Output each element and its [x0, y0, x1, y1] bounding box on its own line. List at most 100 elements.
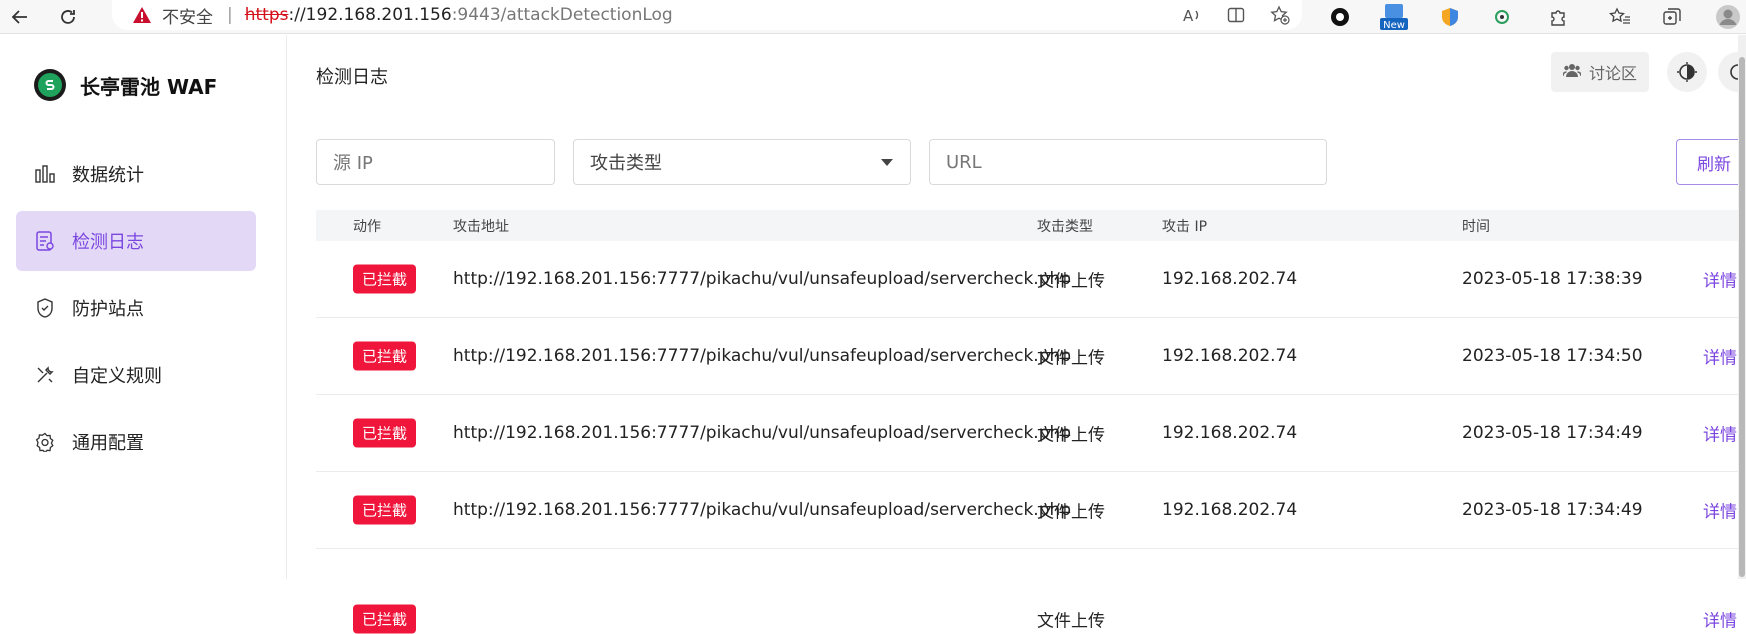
reload-icon	[61, 10, 75, 24]
column-header-url: 攻击地址	[453, 218, 509, 235]
address-bar-actions: A	[1170, 4, 1302, 26]
attack-type-select[interactable]: 攻击类型	[573, 139, 911, 185]
url-path: :9443/attackDetectionLog	[451, 5, 673, 25]
sidebar-item-statistics[interactable]: 数据统计	[16, 144, 256, 204]
table-row: 已拦截 http://192.168.201.156:7777/pikachu/…	[316, 241, 1746, 318]
caret-down-icon	[881, 159, 893, 166]
table-row: 已拦截 http://192.168.201.156:7777/pikachu/…	[316, 472, 1746, 549]
detail-link[interactable]: 详情	[1703, 344, 1737, 369]
url-placeholder: URL	[946, 151, 982, 173]
source-ip-input[interactable]: 源 IP	[316, 139, 555, 185]
attack-url: http://192.168.201.156:7777/pikachu/vul/…	[453, 423, 1072, 443]
reload-button[interactable]	[54, 3, 82, 31]
profile-avatar[interactable]	[1710, 3, 1746, 31]
blocked-badge: 已拦截	[353, 341, 417, 371]
page-scrollbar[interactable]	[1738, 35, 1746, 579]
sidebar-item-custom-rules[interactable]: 自定义规则	[16, 345, 256, 405]
attack-ip: 192.168.202.74	[1162, 269, 1298, 289]
attack-log-table: 动作 攻击地址 攻击类型 攻击 IP 时间 已拦截 http://192.168…	[316, 210, 1746, 634]
sidebar-item-protected-sites[interactable]: 防护站点	[16, 278, 256, 338]
sidebar-item-label: 数据统计	[72, 165, 144, 186]
brand-name: 长亭雷池 WAF	[80, 74, 218, 99]
sidebar-item-detection-log[interactable]: 检测日志	[16, 211, 256, 271]
log-icon	[34, 230, 56, 252]
attack-time: 2023-05-18 17:34:49	[1462, 423, 1643, 443]
attack-url: http://192.168.201.156:7777/pikachu/vul/…	[453, 346, 1072, 366]
blocked-badge: 已拦截	[353, 418, 417, 448]
source-ip-placeholder: 源 IP	[333, 153, 373, 174]
favorites-icon[interactable]	[1602, 3, 1638, 31]
attack-time: 2023-05-18 17:34:49	[1462, 500, 1643, 520]
url-input[interactable]: URL	[929, 139, 1327, 185]
attack-type-placeholder: 攻击类型	[590, 153, 662, 174]
contrast-icon	[1677, 62, 1697, 82]
attack-type: 文件上传	[1037, 271, 1105, 292]
attack-url: http://192.168.201.156:7777/pikachu/vul/…	[453, 269, 1072, 289]
detail-link[interactable]: 详情	[1703, 421, 1737, 446]
attack-time: 2023-05-18 17:34:50	[1462, 346, 1643, 366]
column-header-type: 攻击类型	[1037, 218, 1093, 235]
read-aloud-icon[interactable]: A	[1170, 4, 1214, 26]
extension-circle-icon[interactable]	[1322, 3, 1358, 31]
blocked-badge: 已拦截	[353, 264, 417, 294]
bar-chart-icon	[34, 163, 56, 185]
attack-type: 文件上传	[1037, 611, 1105, 632]
sidebar-item-label: 防护站点	[72, 299, 144, 320]
extension-swirl-icon[interactable]	[1484, 3, 1520, 31]
column-header-time: 时间	[1462, 218, 1490, 235]
browser-toolbar: 不安全 | https ://192.168.201.156 :9443/att…	[0, 0, 1746, 34]
column-header-ip: 攻击 IP	[1162, 218, 1208, 235]
blocked-badge: 已拦截	[353, 495, 417, 525]
extensions-puzzle-icon[interactable]	[1540, 3, 1576, 31]
extension-new-icon[interactable]: New	[1376, 3, 1412, 31]
security-warning: 不安全	[162, 7, 213, 28]
table-row: 已拦截 文件上传 详情	[316, 549, 1746, 634]
extension-shield-icon[interactable]	[1432, 3, 1468, 31]
theme-toggle-button[interactable]	[1667, 52, 1707, 92]
brand-logo-icon	[34, 69, 66, 101]
sidebar: 长亭雷池 WAF 数据统计 检测日志 防护站点 自定义规则 通用配置	[0, 35, 287, 579]
attack-type: 文件上传	[1037, 425, 1105, 446]
address-separator: |	[227, 5, 233, 25]
column-header-action: 动作	[353, 218, 381, 235]
attack-ip: 192.168.202.74	[1162, 500, 1298, 520]
blocked-badge: 已拦截	[353, 604, 417, 634]
url-scheme: https	[244, 5, 289, 25]
detail-link[interactable]: 详情	[1703, 267, 1737, 292]
attack-type: 文件上传	[1037, 502, 1105, 523]
refresh-button[interactable]: 刷新	[1676, 139, 1746, 185]
table-row: 已拦截 http://192.168.201.156:7777/pikachu/…	[316, 318, 1746, 395]
attack-time: 2023-05-18 17:38:39	[1462, 269, 1643, 289]
favorite-add-icon[interactable]	[1258, 4, 1302, 26]
table-header: 动作 攻击地址 攻击类型 攻击 IP 时间	[316, 210, 1746, 241]
forum-label: 讨论区	[1588, 64, 1637, 83]
shield-icon	[34, 297, 56, 319]
detail-link[interactable]: 详情	[1703, 498, 1737, 523]
refresh-label: 刷新	[1697, 154, 1731, 175]
forum-button[interactable]: 讨论区	[1551, 52, 1649, 92]
url-host: ://192.168.201.156	[288, 5, 452, 25]
tools-icon	[34, 364, 56, 386]
warning-icon	[133, 7, 151, 23]
main-content: 检测日志 讨论区 源 IP 攻击类型 URL 刷新 动作 攻击地址 攻击类型 攻…	[288, 35, 1746, 634]
sidebar-item-label: 自定义规则	[72, 366, 162, 387]
brand[interactable]: 长亭雷池 WAF	[34, 69, 217, 101]
back-button[interactable]	[6, 3, 34, 31]
collections-icon[interactable]	[1654, 3, 1690, 31]
attack-type: 文件上传	[1037, 348, 1105, 369]
sidebar-item-label: 通用配置	[72, 433, 144, 454]
sidebar-item-general-config[interactable]: 通用配置	[16, 412, 256, 472]
table-row: 已拦截 http://192.168.201.156:7777/pikachu/…	[316, 395, 1746, 472]
page-title: 检测日志	[316, 67, 388, 88]
attack-ip: 192.168.202.74	[1162, 346, 1298, 366]
detail-link[interactable]: 详情	[1703, 607, 1737, 632]
attack-url: http://192.168.201.156:7777/pikachu/vul/…	[453, 500, 1072, 520]
scrollbar-thumb[interactable]	[1739, 57, 1745, 577]
gear-icon	[34, 431, 56, 453]
split-screen-icon[interactable]	[1214, 4, 1258, 26]
attack-ip: 192.168.202.74	[1162, 423, 1298, 443]
svg-text:A: A	[1183, 7, 1194, 24]
address-bar[interactable]: 不安全 | https ://192.168.201.156 :9443/att…	[112, 0, 1302, 30]
sidebar-menu: 数据统计 检测日志 防护站点 自定义规则 通用配置	[16, 144, 256, 479]
back-arrow-icon	[11, 10, 27, 24]
